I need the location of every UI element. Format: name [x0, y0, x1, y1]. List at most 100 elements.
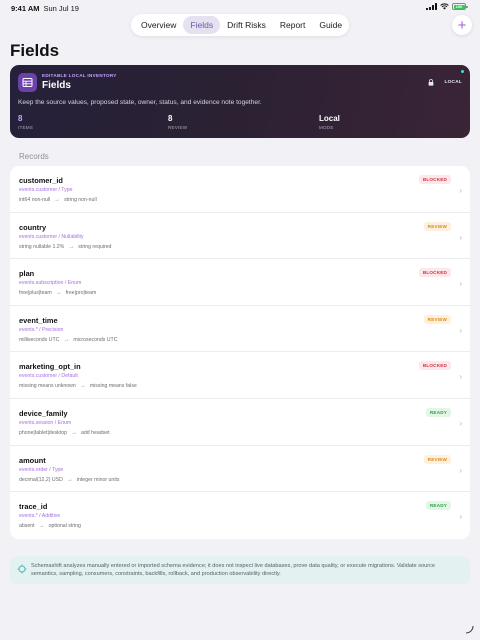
record-path: events.subscription / Enum: [19, 280, 82, 287]
tab-overview[interactable]: Overview: [134, 16, 183, 34]
tab-guide[interactable]: Guide: [312, 16, 349, 34]
arrow-right-icon: →: [66, 476, 73, 483]
record-name: trace_id: [19, 502, 48, 512]
status-badge: BLOCKED: [418, 175, 451, 184]
chevron-right-icon: ›: [459, 465, 462, 475]
record-path: events.order / Type: [19, 466, 64, 473]
stat-review: 8 REVIEW: [168, 114, 187, 130]
chevron-right-icon: ›: [459, 279, 462, 289]
change-from: int64 non-null: [19, 197, 51, 203]
arrow-right-icon: →: [63, 336, 70, 343]
record-path: events.session / Enum: [19, 419, 72, 426]
chevron-right-icon: ›: [459, 232, 462, 242]
lock-icon: [428, 79, 434, 86]
record-name: amount: [19, 455, 46, 465]
clock-text: 9:41 AM: [11, 4, 40, 13]
chevron-right-icon: ›: [459, 372, 462, 382]
record-change: decimal(12,2) USD → integer minor units: [19, 477, 120, 483]
hero-title: Fields: [42, 80, 71, 91]
status-badge: BLOCKED: [418, 361, 451, 371]
change-from: phone|tablet|desktop: [19, 429, 67, 436]
change-to: string required: [78, 243, 112, 250]
change-to: optional string: [48, 523, 81, 530]
record-name: plan: [19, 269, 35, 279]
plus-icon: +: [457, 16, 467, 34]
battery-level: 100: [453, 4, 465, 9]
add-button[interactable]: +: [452, 15, 472, 35]
status-time: 9:41 AM Sun Jul 19: [11, 4, 79, 13]
stat-label: MODE: [319, 125, 334, 130]
arrow-right-icon: →: [79, 383, 86, 390]
record-row-customer-id[interactable]: customer_id events.customer / Type int64…: [10, 166, 470, 213]
inventory-summary-card: EDITABLE LOCAL INVENTORY Fields LOCAL Ke…: [10, 65, 470, 138]
record-row-amount[interactable]: amount events.order / Type decimal(12,2)…: [10, 446, 470, 493]
record-row-trace-id[interactable]: trace_id events.* / Additive absent → opti…: [10, 492, 470, 539]
hero-description: Keep the source values, proposed state, …: [18, 99, 262, 106]
status-badge: REVIEW: [423, 221, 451, 231]
change-from: milliseconds UTC: [19, 336, 60, 343]
arrow-right-icon: →: [38, 523, 45, 530]
record-row-event-time[interactable]: event_time events.* / Precision millisec…: [10, 306, 470, 353]
battery-icon: 100: [452, 3, 468, 10]
change-to: string non-null: [64, 197, 97, 203]
stat-items: 8 ITEMS: [18, 114, 33, 130]
record-change: string nullable 1.2% → string required: [19, 244, 111, 250]
arrow-right-icon: →: [68, 243, 75, 250]
change-to: missing means false: [89, 383, 137, 390]
chevron-right-icon: ›: [459, 186, 462, 195]
record-path: events.customer / Type: [19, 187, 73, 193]
arrow-right-icon: →: [54, 197, 61, 203]
disclaimer-note: Schemashift analyzes manually entered or…: [10, 556, 470, 584]
wifi-icon: [440, 3, 449, 10]
stat-label: ITEMS: [18, 125, 34, 130]
change-to: add headset: [80, 429, 110, 436]
mode-badge: LOCAL: [444, 80, 462, 85]
record-path: events.customer / Default: [19, 373, 78, 380]
stat-value: 8: [18, 114, 23, 123]
status-indicators: 100: [426, 3, 468, 10]
table-icon: [18, 73, 37, 92]
record-row-marketing-opt-in[interactable]: marketing_opt_in events.customer / Defau…: [10, 352, 470, 399]
record-name: marketing_opt_in: [19, 362, 81, 372]
status-badge: READY: [425, 407, 451, 417]
record-change: free|plus|team → free|pro|team: [19, 290, 96, 296]
records-list: customer_id events.customer / Type int64…: [10, 166, 470, 539]
record-path: events.* / Additive: [19, 513, 61, 520]
date-text: Sun Jul 19: [43, 4, 79, 13]
status-badge: REVIEW: [423, 314, 451, 324]
chevron-right-icon: ›: [459, 418, 462, 428]
record-path: events.customer / Nullability: [19, 233, 84, 240]
chevron-right-icon: ›: [459, 325, 462, 335]
stat-value: 8: [168, 114, 173, 123]
change-to: microseconds UTC: [73, 336, 118, 343]
cellular-signal-icon: [426, 3, 437, 10]
record-name: event_time: [19, 315, 58, 325]
record-path: events.* / Precision: [19, 326, 64, 333]
hero-eyebrow: EDITABLE LOCAL INVENTORY: [42, 73, 117, 78]
change-from: string nullable 1.2%: [19, 243, 65, 250]
chevron-right-icon: ›: [459, 512, 462, 522]
record-change: phone|tablet|desktop → add headset: [19, 430, 110, 436]
tab-report[interactable]: Report: [273, 16, 313, 34]
arrow-right-icon: →: [55, 290, 62, 297]
change-from: decimal(12,2) USD: [19, 476, 63, 483]
status-badge: REVIEW: [423, 454, 451, 464]
top-tab-bar: Overview Fields Drift Risks Report Guide: [131, 14, 349, 36]
record-name: customer_id: [19, 176, 63, 185]
record-row-country[interactable]: country events.customer / Nullability st…: [10, 213, 470, 260]
stat-label: REVIEW: [168, 125, 188, 130]
record-change: int64 non-null → string non-null: [19, 197, 97, 203]
tab-drift-risks[interactable]: Drift Risks: [220, 16, 273, 34]
change-to: integer minor units: [76, 476, 120, 483]
record-change: absent → optional string: [19, 523, 81, 529]
page-title: Fields: [10, 41, 60, 60]
status-dot: [461, 70, 464, 73]
stat-mode: Local MODE: [319, 114, 340, 130]
resize-handle-icon[interactable]: [465, 625, 474, 634]
record-row-plan[interactable]: plan events.subscription / Enum free|plu…: [10, 259, 470, 306]
record-row-device-family[interactable]: device_family events.session / Enum phon…: [10, 399, 470, 446]
stat-value: Local: [319, 114, 340, 123]
info-badge-icon: [17, 564, 27, 574]
record-name: country: [19, 222, 47, 232]
tab-fields[interactable]: Fields: [183, 16, 221, 34]
